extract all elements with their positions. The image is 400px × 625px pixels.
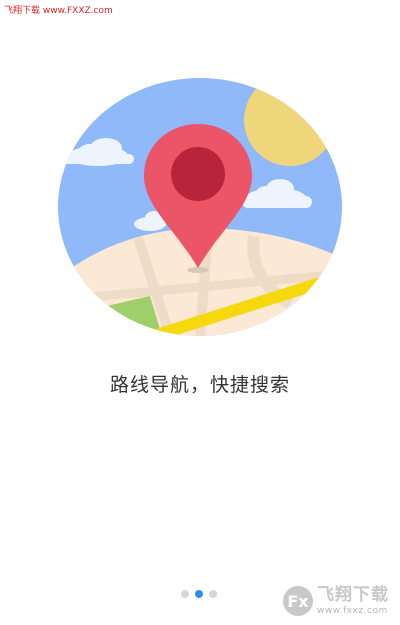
page-dot-2-active[interactable] [195, 590, 203, 598]
watermark-bottom: Fx 飞翔下载 www.fxxz.com [283, 583, 395, 619]
sun [244, 78, 336, 166]
watermark-top: 飞翔下载 www.FXXZ.com [4, 6, 113, 16]
watermark-logo-icon: Fx [283, 586, 313, 616]
grass [88, 296, 162, 336]
watermark-url: www.fxxz.com [317, 605, 388, 616]
page-dot-1[interactable] [181, 590, 189, 598]
feature-slogan: 路线导航，快捷搜索 [109, 374, 290, 396]
page-dot-3[interactable] [209, 590, 217, 598]
map-pin-illustration [58, 78, 342, 336]
watermark-title: 飞翔下载 [317, 584, 389, 605]
page-indicator [181, 590, 217, 598]
pin-center [171, 147, 225, 201]
